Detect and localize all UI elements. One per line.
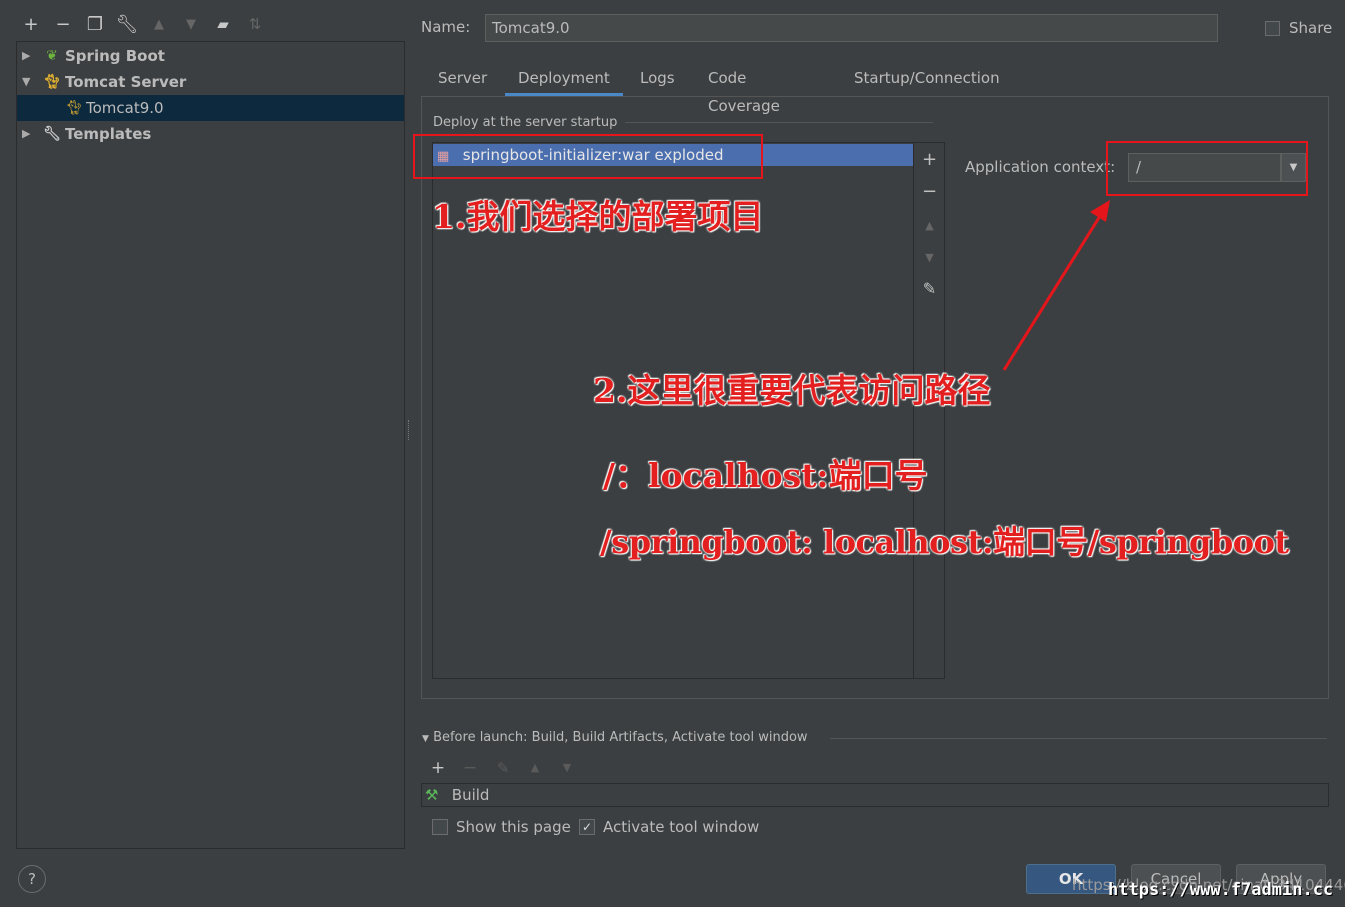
show-page-label: Show this page: [456, 818, 571, 836]
move-down-icon[interactable]: ▼: [175, 17, 207, 32]
tree-item-label: Tomcat9.0: [86, 99, 164, 117]
before-launch-label: Before launch: Build, Build Artifacts, A…: [433, 730, 808, 745]
context-label: Application context:: [965, 158, 1116, 176]
expand-arrow-icon[interactable]: ▶: [22, 43, 30, 69]
annotation-note-4: /springboot: localhost:端口号/springboot: [600, 523, 1289, 561]
tab-code-coverage[interactable]: Code Coverage: [708, 64, 780, 115]
hammer-icon: ⚒: [425, 786, 439, 804]
annotation-note-2: 2.这里很重要代表访问路径: [593, 371, 991, 410]
name-field[interactable]: Tomcat9.0: [485, 14, 1218, 42]
wrench-icon: 🔧︎: [43, 126, 61, 142]
annotation-box-artifact: [413, 134, 763, 179]
tree-item-label: Spring Boot: [65, 47, 165, 65]
tomcat-icon: 🐈︎: [65, 100, 83, 116]
section-divider: [830, 738, 1327, 739]
annotation-arrow-icon: [1002, 200, 1110, 371]
configuration-tree: ▶ ❦ Spring Boot ▼ 🐈︎ Tomcat Server 🐈︎ To…: [16, 41, 405, 849]
move-up-icon[interactable]: ▲: [143, 17, 175, 32]
task-label: Build: [451, 786, 490, 804]
tree-item-tomcat-server[interactable]: ▼ 🐈︎ Tomcat Server: [17, 69, 404, 95]
tree-item-label: Templates: [65, 125, 152, 143]
before-launch-task[interactable]: ⚒ Build: [421, 783, 1329, 807]
tree-item-tomcat9[interactable]: 🐈︎ Tomcat9.0: [17, 95, 404, 121]
collapse-arrow-icon[interactable]: ▼: [22, 69, 30, 95]
remove-icon[interactable]: −: [454, 757, 486, 779]
add-icon[interactable]: +: [914, 149, 945, 170]
remove-icon[interactable]: −: [914, 181, 945, 202]
splitter-handle[interactable]: [408, 420, 412, 440]
name-label: Name:: [421, 18, 471, 36]
annotation-note-1: 1.我们选择的部署项目: [432, 197, 764, 236]
before-launch-title[interactable]: ▼ Before launch: Build, Build Artifacts,…: [422, 730, 808, 745]
tab-server[interactable]: Server: [438, 64, 487, 96]
expand-arrow-icon[interactable]: ▶: [22, 121, 30, 147]
move-up-icon[interactable]: ▲: [914, 219, 945, 232]
watermark-site: https://www.f7admin.cc: [1108, 880, 1334, 900]
tab-deployment[interactable]: Deployment: [505, 64, 623, 96]
activate-tool-window-label: Activate tool window: [603, 818, 760, 836]
spring-boot-icon: ❦: [46, 48, 58, 64]
remove-icon[interactable]: −: [47, 14, 79, 35]
move-down-icon[interactable]: ▼: [551, 757, 583, 779]
sort-icon[interactable]: ⇅: [239, 15, 271, 33]
copy-icon[interactable]: ❐: [79, 14, 111, 35]
folder-add-icon[interactable]: ▰: [207, 15, 239, 33]
help-button[interactable]: ?: [18, 865, 46, 893]
collapse-arrow-icon[interactable]: ▼: [422, 734, 429, 744]
annotation-box-context: [1106, 141, 1308, 196]
deploy-section-title: Deploy at the server startup: [433, 115, 618, 130]
edit-icon[interactable]: ✎: [914, 279, 945, 298]
show-page-checkbox[interactable]: [432, 819, 448, 835]
wrench-icon[interactable]: 🔧︎: [111, 14, 143, 35]
tree-toolbar: + − ❐ 🔧︎ ▲ ▼ ▰ ⇅: [15, 12, 271, 36]
activate-tool-window-checkbox[interactable]: ✓: [579, 819, 595, 835]
edit-icon[interactable]: ✎: [487, 757, 519, 779]
tab-startup-connection[interactable]: Startup/Connection: [854, 64, 1000, 96]
move-down-icon[interactable]: ▼: [914, 251, 945, 264]
share-label: Share: [1289, 19, 1333, 37]
tomcat-icon: 🐈︎: [43, 74, 61, 90]
move-up-icon[interactable]: ▲: [519, 757, 551, 779]
tree-item-templates[interactable]: ▶ 🔧︎ Templates: [17, 121, 404, 147]
tree-item-spring-boot[interactable]: ▶ ❦ Spring Boot: [17, 43, 404, 69]
share-checkbox[interactable]: [1265, 21, 1280, 36]
annotation-note-3: /：localhost:端口号: [603, 456, 928, 495]
section-divider: [625, 122, 933, 123]
add-icon[interactable]: +: [15, 14, 47, 35]
tree-item-label: Tomcat Server: [65, 73, 187, 91]
add-icon[interactable]: +: [422, 757, 454, 779]
tab-logs[interactable]: Logs: [640, 64, 675, 96]
